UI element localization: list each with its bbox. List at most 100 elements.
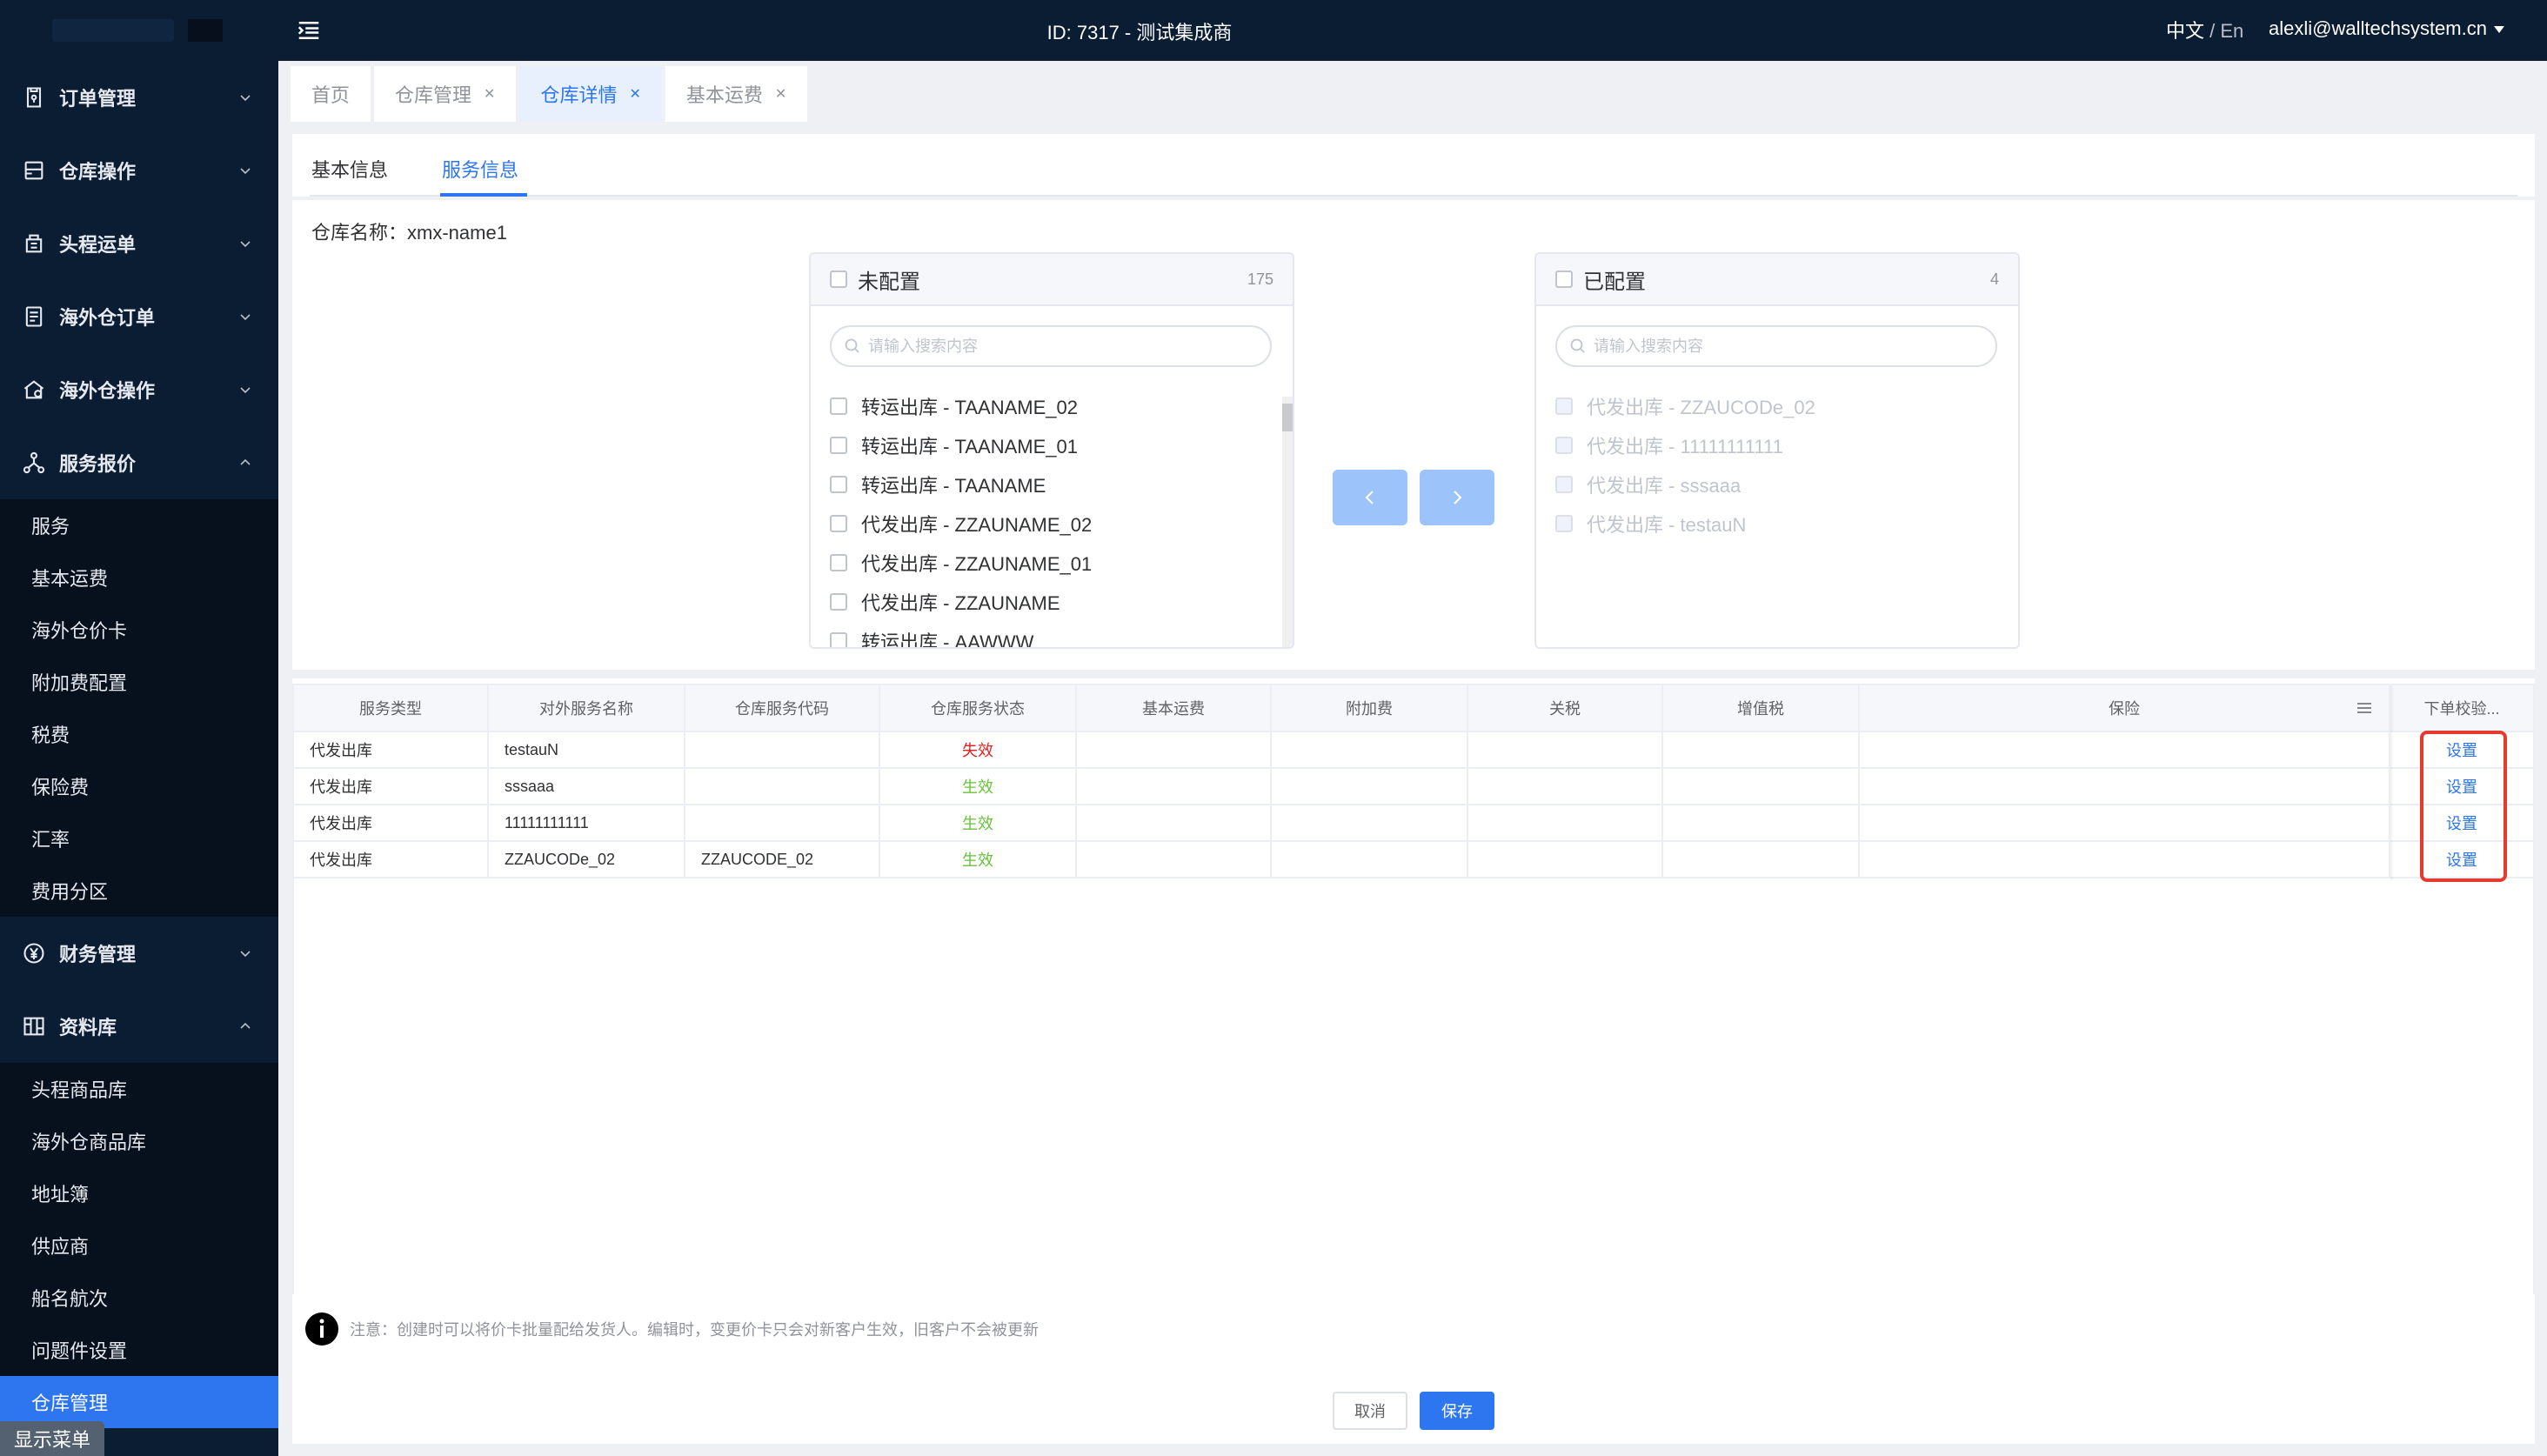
cell-duty — [1468, 805, 1663, 840]
transfer-search[interactable] — [830, 325, 1272, 367]
lang-zh[interactable]: 中文 — [2166, 20, 2204, 42]
sidebar-item-exchange-rate[interactable]: 汇率 — [0, 812, 278, 865]
select-all-checkbox[interactable] — [830, 270, 847, 288]
tab-home[interactable]: 首页 — [291, 66, 371, 122]
chevron-down-icon — [240, 95, 251, 102]
user-menu[interactable]: alexli@walltechsystem.cn — [2269, 17, 2487, 40]
sidebar-item-vessel-voyage[interactable]: 船名航次 — [0, 1272, 278, 1324]
sidebar-item-warehouse-management[interactable]: 仓库管理 — [0, 1376, 278, 1428]
close-icon[interactable]: ✕ — [484, 85, 495, 103]
warehouse-name-value: xmx-name1 — [407, 222, 507, 244]
sidebar-item-address-book[interactable]: 地址簿 — [0, 1167, 278, 1219]
chevron-down-icon — [240, 951, 251, 958]
cell-duty — [1468, 769, 1663, 804]
list-scrollbar[interactable] — [1282, 397, 1293, 647]
sidebar-item-fee-zone[interactable]: 费用分区 — [0, 865, 278, 917]
cell-basic-freight — [1077, 769, 1272, 804]
subtab-service-info[interactable]: 服务信息 — [442, 155, 518, 183]
cell-service-type: 代发出库 — [294, 805, 489, 840]
transfer-panel-header: 未配置 175 — [811, 254, 1293, 306]
table-row: 代发出库 11111111111 生效 设置 — [294, 805, 2533, 842]
menu-group-overseas-orders[interactable]: 海外仓订单 — [0, 280, 278, 353]
tab-basic-freight[interactable]: 基本运费 ✕ — [665, 66, 808, 122]
set-order-validation-link[interactable]: 设置 — [2390, 805, 2533, 840]
submenu-service-quote: 服务 基本运费 海外仓价卡 附加费配置 税费 保险费 汇率 费用分区 — [0, 499, 278, 917]
column-header: 服务类型 — [294, 685, 489, 731]
warehouse-name-label: 仓库名称： — [311, 222, 408, 244]
menu-group-finance[interactable]: 财务管理 — [0, 917, 278, 990]
subtab-basic-info[interactable]: 基本信息 — [311, 155, 388, 183]
sidebar-item-surcharge-config[interactable]: 附加费配置 — [0, 656, 278, 708]
column-settings-icon[interactable] — [2356, 701, 2373, 715]
list-item[interactable]: 转运出库 - TAANAME — [811, 464, 1280, 504]
transfer-panel-configured: 已配置 4 代发出库 - ZZAUCODe_02 代发出库 - 11111111… — [1534, 252, 2020, 649]
sidebar-item-overseas-price-card[interactable]: 海外仓价卡 — [0, 604, 278, 656]
set-order-validation-link[interactable]: 设置 — [2390, 732, 2533, 767]
item-checkbox — [1555, 436, 1573, 454]
chevron-down-icon — [240, 314, 251, 321]
menu-group-warehouse-ops[interactable]: 仓库操作 — [0, 134, 278, 207]
item-checkbox[interactable] — [830, 553, 847, 571]
item-label: 代发出库 - testauN — [1587, 513, 1747, 536]
search-input[interactable] — [868, 337, 1251, 356]
select-all-checkbox[interactable] — [1555, 270, 1573, 288]
close-icon[interactable]: ✕ — [775, 85, 786, 103]
list-item[interactable]: 转运出库 - AAWWW — [811, 621, 1280, 647]
sidebar-item-service[interactable]: 服务 — [0, 499, 278, 551]
sidebar-item-tax[interactable]: 税费 — [0, 708, 278, 760]
menu-group-orders[interactable]: 订单管理 — [0, 61, 278, 134]
menu-group-label: 头程运单 — [59, 234, 137, 256]
item-checkbox[interactable] — [830, 436, 847, 454]
cell-service-name: testauN — [489, 732, 685, 767]
sidebar-item-supplier[interactable]: 供应商 — [0, 1219, 278, 1272]
logo — [0, 0, 278, 61]
list-item[interactable]: 转运出库 - TAANAME_01 — [811, 425, 1280, 464]
item-checkbox[interactable] — [830, 397, 847, 415]
cell-service-status: 失效 — [880, 732, 1077, 767]
list-item[interactable]: 代发出库 - ZZAUNAME_02 — [811, 504, 1280, 543]
set-order-validation-link[interactable]: 设置 — [2390, 769, 2533, 804]
tab-warehouse-detail[interactable]: 仓库详情 ✕ — [519, 66, 662, 122]
tab-label: 基本运费 — [685, 84, 763, 106]
item-checkbox[interactable] — [830, 592, 847, 611]
list-item[interactable]: 转运出库 - TAANAME_02 — [811, 386, 1280, 425]
tab-label: 仓库管理 — [395, 84, 472, 106]
close-icon[interactable]: ✕ — [629, 85, 640, 103]
library-icon — [21, 1013, 47, 1039]
cancel-button[interactable]: 取消 — [1333, 1392, 1407, 1430]
cell-service-status: 生效 — [880, 769, 1077, 804]
sidebar-item-first-leg-products[interactable]: 头程商品库 — [0, 1063, 278, 1115]
menu-group-service-quote[interactable]: 服务报价 — [0, 426, 278, 499]
menu-group-label: 财务管理 — [59, 944, 137, 965]
sidebar-item-overseas-products[interactable]: 海外仓商品库 — [0, 1115, 278, 1167]
cell-surcharge — [1272, 842, 1468, 877]
language-switch[interactable]: 中文 / En — [2166, 16, 2243, 43]
list-item[interactable]: 代发出库 - ZZAUNAME_01 — [811, 543, 1280, 582]
sidebar-item-basic-freight[interactable]: 基本运费 — [0, 551, 278, 604]
list-item[interactable]: 代发出库 - ZZAUNAME — [811, 582, 1280, 621]
caret-down-icon[interactable] — [2493, 24, 2505, 35]
sidebar-item-problem-settings[interactable]: 问题件设置 — [0, 1324, 278, 1376]
sidebar-item-insurance[interactable]: 保险费 — [0, 760, 278, 812]
transfer-panel-count: 175 — [1247, 270, 1274, 288]
menu-group-first-leg[interactable]: 头程运单 — [0, 207, 278, 280]
save-button[interactable]: 保存 — [1420, 1392, 1494, 1430]
transfer-search[interactable] — [1555, 325, 1997, 367]
column-header: 基本运费 — [1077, 685, 1272, 731]
move-right-button[interactable] — [1420, 470, 1494, 525]
transfer-panel-title: 未配置 — [858, 270, 920, 294]
tab-warehouse-management[interactable]: 仓库管理 ✕ — [374, 66, 517, 122]
move-left-button[interactable] — [1333, 470, 1407, 525]
list-item: 代发出库 - 11111111111 — [1536, 425, 2006, 464]
item-checkbox[interactable] — [830, 514, 847, 532]
show-menu-button[interactable]: 显示菜单 — [0, 1421, 104, 1456]
search-input[interactable] — [1594, 337, 1976, 356]
set-order-validation-link[interactable]: 设置 — [2390, 842, 2533, 877]
item-checkbox[interactable] — [830, 475, 847, 493]
cell-insurance — [1860, 769, 2390, 804]
item-checkbox[interactable] — [830, 631, 847, 647]
menu-group-library[interactable]: 资料库 — [0, 990, 278, 1063]
lang-en[interactable]: En — [2220, 20, 2243, 42]
menu-group-overseas-ops[interactable]: 海外仓操作 — [0, 353, 278, 426]
item-checkbox — [1555, 514, 1573, 532]
